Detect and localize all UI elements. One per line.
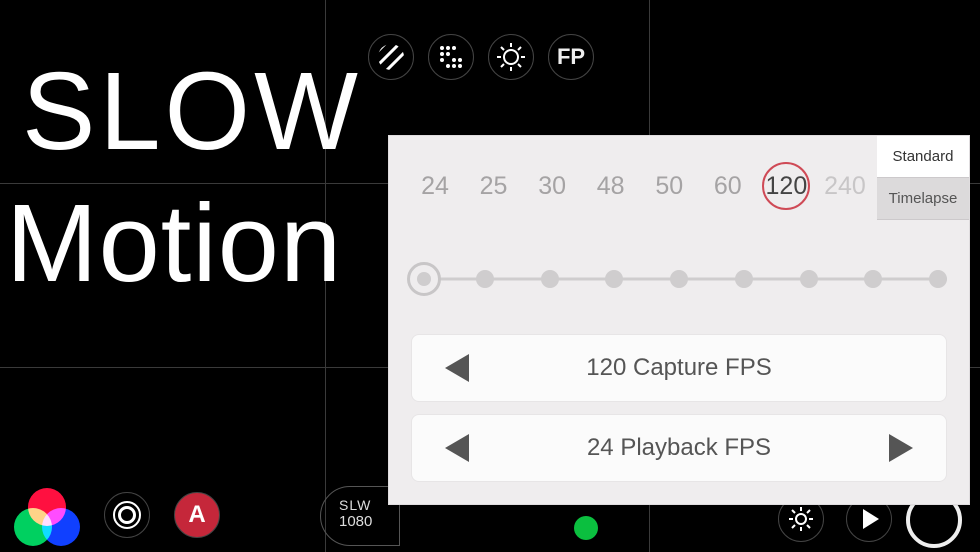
- focus-ring-icon: [118, 506, 136, 524]
- capture-fps-label: 120 Capture FPS: [502, 354, 856, 382]
- mode-line1: SLW: [339, 497, 395, 513]
- fps-option-240: 240: [821, 172, 869, 201]
- rgb-channels-button[interactable]: [14, 488, 80, 542]
- tab-timelapse-label: Timelapse: [889, 190, 958, 207]
- slider-node: [929, 270, 947, 288]
- mode-line2: 1080: [339, 513, 395, 530]
- auto-a-label: A: [188, 501, 205, 529]
- playback-fps-decrease[interactable]: [412, 434, 502, 462]
- slider-node: [735, 270, 753, 288]
- zebra-icon[interactable]: [368, 34, 414, 80]
- capture-fps-card: 120 Capture FPS: [411, 334, 947, 402]
- fps-option-30[interactable]: 30: [528, 172, 576, 201]
- playback-fps-increase[interactable]: [856, 434, 946, 462]
- playback-fps-label: 24 Playback FPS: [502, 434, 856, 462]
- bottom-left-controls: A: [14, 488, 220, 542]
- left-arrow-icon: [445, 434, 469, 462]
- right-arrow-icon: [889, 434, 913, 462]
- slider-node: [605, 270, 623, 288]
- slider-thumb[interactable]: [407, 262, 441, 296]
- focus-peaking-button[interactable]: [104, 492, 150, 538]
- slider-node: [541, 270, 559, 288]
- left-arrow-icon: [445, 354, 469, 382]
- blue-channel-icon: [42, 508, 80, 546]
- fps-option-48[interactable]: 48: [587, 172, 635, 201]
- capture-fps-decrease[interactable]: [412, 354, 502, 382]
- panel-tabs: Standard Timelapse: [877, 136, 969, 220]
- fps-option-25[interactable]: 25: [470, 172, 518, 201]
- fps-option-50[interactable]: 50: [645, 172, 693, 201]
- tab-standard[interactable]: Standard: [877, 136, 969, 178]
- fps-option-60[interactable]: 60: [704, 172, 752, 201]
- settings-icon: [787, 505, 815, 533]
- fps-option-24[interactable]: 24: [411, 172, 459, 201]
- green-indicator-icon: [574, 516, 598, 540]
- slider-node: [476, 270, 494, 288]
- app-root: SLOW Motion: [0, 0, 980, 552]
- sun-icon[interactable]: [488, 34, 534, 80]
- slider-node: [670, 270, 688, 288]
- slider-node: [800, 270, 818, 288]
- zebra-stripes-icon: [376, 42, 406, 72]
- play-icon: [863, 509, 879, 529]
- fp-label: FP: [557, 44, 585, 70]
- fps-option-120[interactable]: 120: [762, 162, 810, 210]
- auto-a-button[interactable]: A: [174, 492, 220, 538]
- fps-panel: Standard Timelapse 24 25 30 48 50 60 120…: [388, 135, 970, 505]
- slider-node: [864, 270, 882, 288]
- fp-icon[interactable]: FP: [548, 34, 594, 80]
- tab-standard-label: Standard: [893, 148, 954, 165]
- slider-nodes: [411, 264, 947, 294]
- title-line-2: Motion: [6, 180, 342, 307]
- playback-fps-card: 24 Playback FPS: [411, 414, 947, 482]
- brightness-icon: [496, 42, 526, 72]
- dots-grid-icon[interactable]: [428, 34, 474, 80]
- fps-value-row: 24 25 30 48 50 60 120 240: [411, 162, 869, 210]
- false-color-dots-icon: [438, 44, 464, 70]
- top-icon-row: FP: [368, 34, 594, 80]
- playback-slider[interactable]: [411, 264, 947, 294]
- title-line-1: SLOW: [22, 48, 362, 175]
- tab-timelapse[interactable]: Timelapse: [877, 178, 969, 220]
